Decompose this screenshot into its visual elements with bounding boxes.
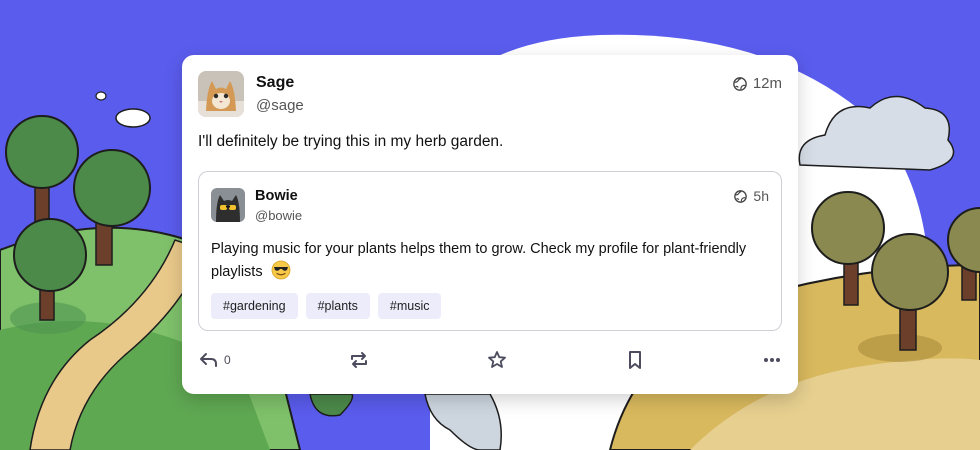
quoted-post-meta[interactable]: 5h: [734, 188, 769, 204]
hashtag-list: #gardening #plants #music: [211, 293, 442, 319]
hashtag-gardening[interactable]: #gardening: [211, 293, 298, 319]
hashtag-music[interactable]: #music: [377, 293, 442, 319]
sunglasses-emoji-icon: [271, 260, 291, 280]
star-icon: [488, 351, 507, 368]
avatar-bowie[interactable]: [211, 188, 245, 222]
post-text: I'll definitely be trying this in my her…: [198, 133, 504, 150]
cat-sunglasses-avatar-image: [211, 188, 245, 222]
bookmark-button[interactable]: [626, 350, 644, 370]
author-name[interactable]: Sage: [256, 74, 294, 92]
post-actions: 0: [198, 347, 782, 373]
globe-icon: [732, 76, 747, 91]
quoted-author-name[interactable]: Bowie: [255, 188, 298, 204]
quoted-post[interactable]: Bowie @bowie 5h Playing music for your p…: [198, 171, 782, 331]
hashtag-plants[interactable]: #plants: [305, 293, 370, 319]
post-card[interactable]: Sage @sage 12m I'll definitely be trying…: [182, 55, 798, 394]
bookmark-icon: [628, 351, 641, 369]
favourite-button[interactable]: [487, 350, 507, 370]
globe-icon: [734, 189, 748, 203]
reply-count: 0: [224, 353, 231, 367]
more-icon: [764, 358, 780, 362]
author-handle[interactable]: @sage: [256, 97, 304, 114]
reply-icon: [200, 353, 217, 367]
post-meta[interactable]: 12m: [732, 75, 782, 92]
quoted-post-time: 5h: [753, 188, 769, 204]
cat-avatar-image: [198, 71, 244, 117]
reply-button[interactable]: 0: [198, 351, 231, 369]
quoted-author-handle[interactable]: @bowie: [255, 208, 302, 223]
boost-button[interactable]: [349, 350, 369, 370]
more-options-button[interactable]: [762, 350, 782, 370]
post-time: 12m: [752, 75, 782, 92]
avatar-sage[interactable]: [198, 71, 244, 117]
repost-icon: [351, 352, 368, 368]
quoted-post-text-content: Playing music for your plants helps them…: [211, 241, 747, 280]
quoted-post-text: Playing music for your plants helps them…: [211, 238, 751, 283]
